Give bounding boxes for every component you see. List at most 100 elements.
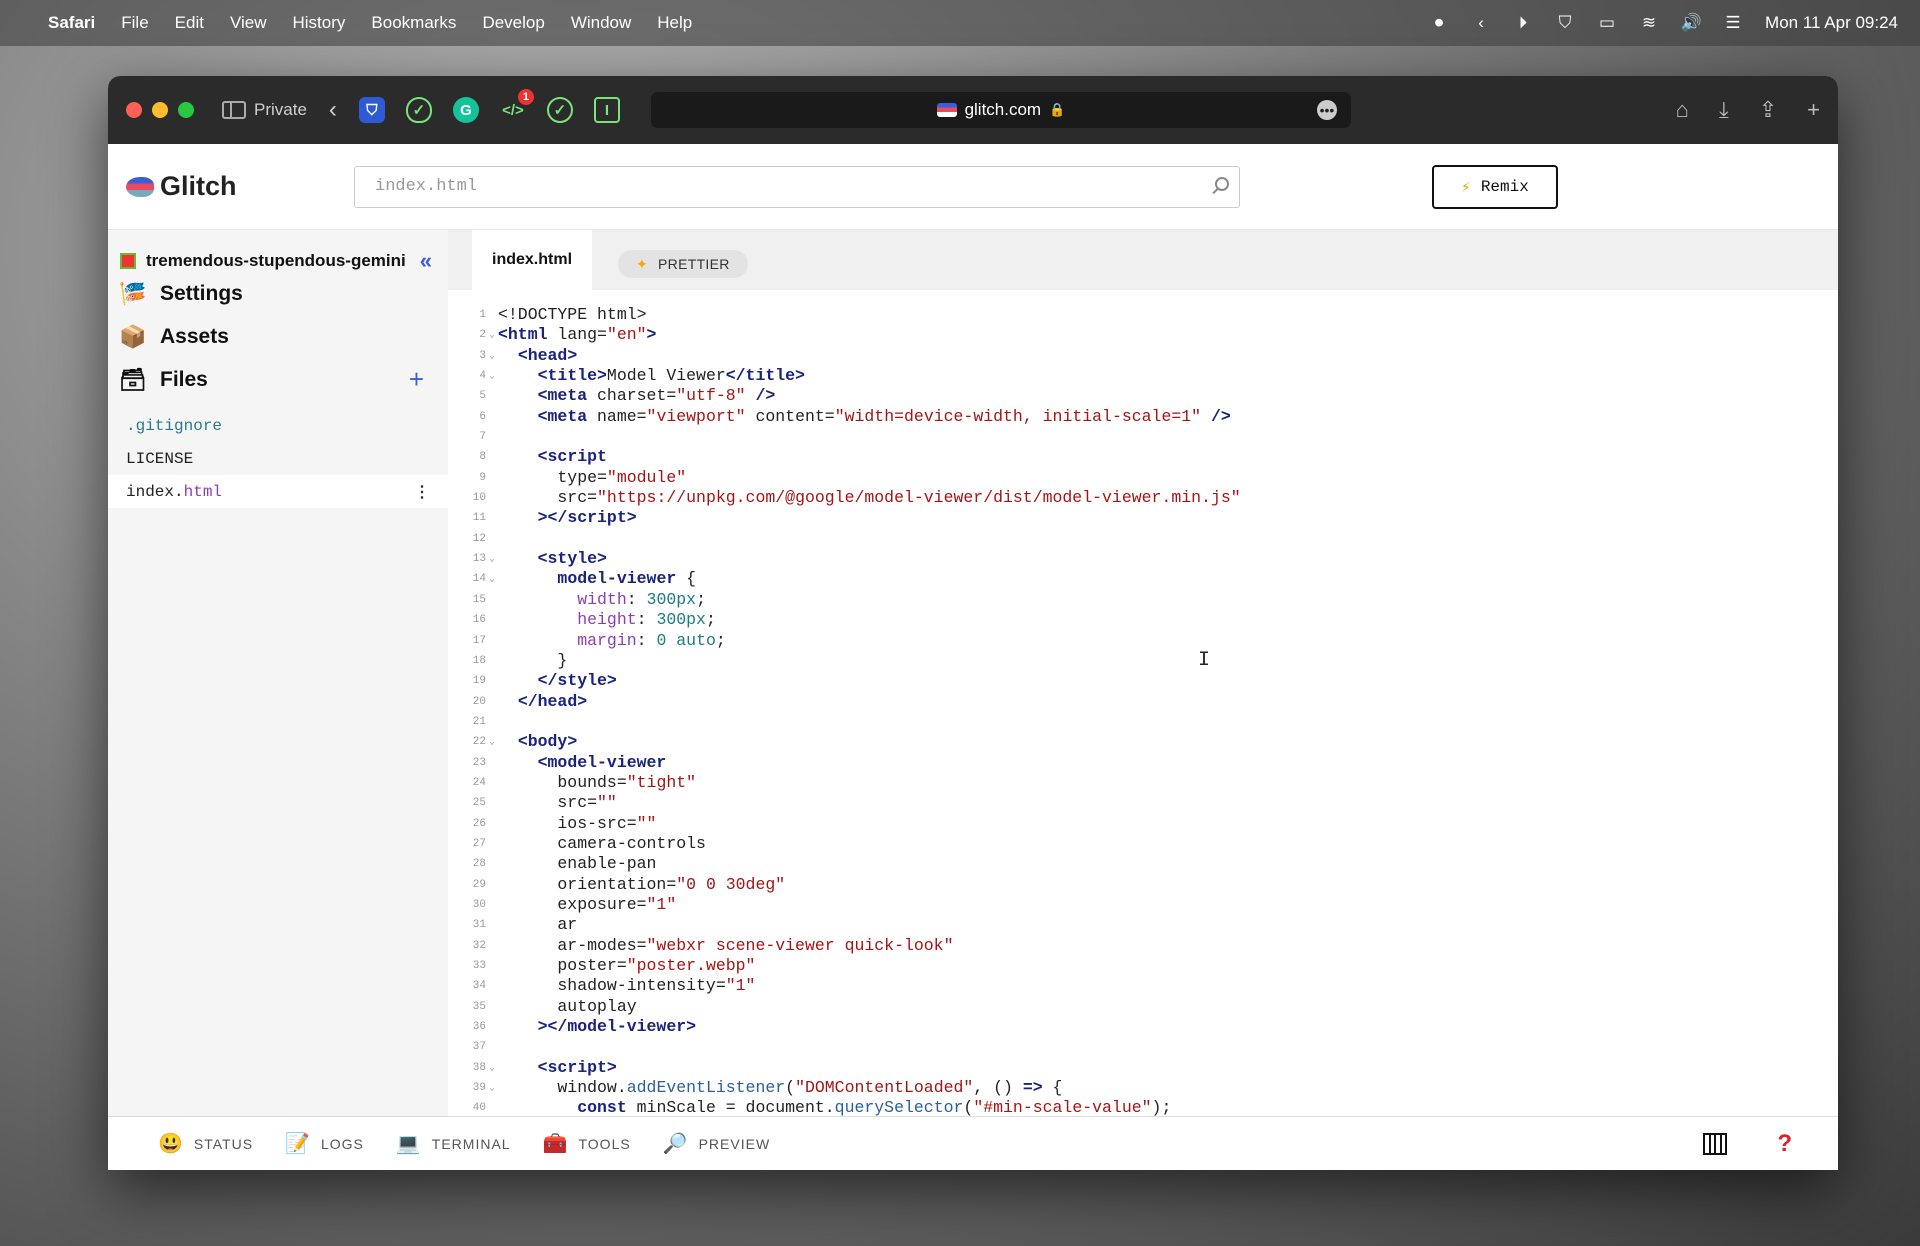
menu-window[interactable]: Window: [571, 13, 631, 33]
code-line[interactable]: 21: [448, 712, 1838, 732]
code-line[interactable]: 22 ⌄ <body>: [448, 732, 1838, 752]
fold-chevron-icon[interactable]: ⌄: [486, 1058, 498, 1078]
file-search-input[interactable]: index.html: [354, 165, 1240, 208]
prettier-button[interactable]: ✦ PRETTIER: [618, 250, 748, 278]
menu-view[interactable]: View: [230, 13, 267, 33]
code-line[interactable]: 18 }: [448, 651, 1838, 671]
minimize-window-button[interactable]: [152, 102, 168, 118]
remix-button[interactable]: ⚡ Remix: [1432, 164, 1558, 209]
code-line[interactable]: 20 </head>: [448, 692, 1838, 712]
code-line[interactable]: 27 camera-controls: [448, 834, 1838, 854]
ublock-extension-icon[interactable]: ✓: [405, 97, 432, 123]
help-button[interactable]: ?: [1777, 1130, 1792, 1158]
code-line[interactable]: 11 ></script>: [448, 508, 1838, 528]
fold-chevron-icon[interactable]: ⌄: [486, 1078, 498, 1098]
keyboard-shortcuts-icon[interactable]: [1703, 1132, 1728, 1155]
file-item-index-html[interactable]: index. html ⋮: [108, 475, 448, 508]
code-line[interactable]: 5 <meta charset="utf-8" />: [448, 386, 1838, 406]
chevron-left-icon[interactable]: ‹: [1471, 13, 1491, 33]
project-header[interactable]: tremendous-stupendous-gemini «: [108, 248, 448, 274]
more-options-icon[interactable]: •••: [1316, 100, 1337, 120]
code-line[interactable]: 36 ></model-viewer>: [448, 1017, 1838, 1037]
fold-chevron-icon[interactable]: ⌄: [486, 569, 498, 589]
bitwarden-extension-icon[interactable]: ⛉: [358, 97, 385, 123]
fold-chevron-icon[interactable]: ⌄: [486, 732, 498, 752]
control-center-icon[interactable]: ☰: [1723, 13, 1743, 33]
code-line[interactable]: 33 poster="poster.webp": [448, 956, 1838, 976]
battery-icon[interactable]: ▭: [1597, 13, 1617, 33]
code-line[interactable]: 25 src="": [448, 793, 1838, 813]
code-line[interactable]: 9 type="module": [448, 468, 1838, 488]
record-stop-icon[interactable]: ⏺: [1429, 13, 1449, 33]
menu-file[interactable]: File: [121, 13, 148, 33]
code-line[interactable]: 13 ⌄ <style>: [448, 549, 1838, 569]
code-line[interactable]: 4 ⌄ <title>Model Viewer</title>: [448, 366, 1838, 386]
fold-chevron-icon[interactable]: ⌄: [486, 549, 498, 569]
footer-tools-button[interactable]: 🧰 TOOLS: [543, 1131, 631, 1156]
menu-help[interactable]: Help: [657, 13, 692, 33]
collapse-sidebar-icon[interactable]: «: [420, 248, 432, 274]
play-circle-icon[interactable]: ⏵: [1513, 13, 1533, 33]
share-icon[interactable]: ⇪: [1759, 97, 1777, 123]
code-line[interactable]: 7: [448, 427, 1838, 447]
code-line[interactable]: 15 width: 300px;: [448, 590, 1838, 610]
close-window-button[interactable]: [126, 102, 142, 118]
search-icon[interactable]: [1215, 176, 1229, 191]
sidebar-item-files[interactable]: 🗃 Files +: [108, 358, 448, 401]
file-item-gitignore[interactable]: .gitignore: [108, 409, 448, 442]
footer-status-button[interactable]: 😃 STATUS: [158, 1131, 253, 1156]
new-tab-icon[interactable]: +: [1807, 97, 1820, 123]
code-line[interactable]: 31 ar: [448, 915, 1838, 935]
sidebar-item-settings[interactable]: 🎏 Settings: [108, 272, 448, 315]
fold-chevron-icon[interactable]: ⌄: [486, 346, 498, 366]
code-line[interactable]: 19 </style>: [448, 671, 1838, 691]
wifi-icon[interactable]: ≋: [1639, 13, 1659, 33]
code-line[interactable]: 34 shadow-intensity="1": [448, 976, 1838, 996]
address-bar[interactable]: glitch.com 🔒 •••: [650, 92, 1351, 128]
code-line[interactable]: 10 src="https://unpkg.com/@google/model-…: [448, 488, 1838, 508]
instapaper-extension-icon[interactable]: I: [593, 97, 620, 123]
download-icon[interactable]: ⤓: [1719, 97, 1729, 123]
home-icon[interactable]: ⌂: [1676, 97, 1689, 123]
menu-edit[interactable]: Edit: [175, 13, 204, 33]
code-line[interactable]: 32 ar-modes="webxr scene-viewer quick-lo…: [448, 936, 1838, 956]
code-line[interactable]: 38 ⌄ <script>: [448, 1058, 1838, 1078]
code-line[interactable]: 6 <meta name="viewport" content="width=d…: [448, 407, 1838, 427]
code-line[interactable]: 39 ⌄ window.addEventListener("DOMContentL…: [448, 1078, 1838, 1098]
code-line[interactable]: 3 ⌄ <head>: [448, 346, 1838, 366]
menu-bookmarks[interactable]: Bookmarks: [371, 13, 456, 33]
fold-chevron-icon[interactable]: ⌄: [486, 366, 498, 386]
sidebar-item-assets[interactable]: 📦 Assets: [108, 315, 448, 358]
shield-icon[interactable]: ⛉: [1555, 13, 1575, 33]
zoom-window-button[interactable]: [178, 102, 194, 118]
code-line[interactable]: 8 <script: [448, 447, 1838, 467]
check-extension-icon[interactable]: ✓: [546, 97, 573, 123]
volume-icon[interactable]: 🔊: [1680, 13, 1701, 33]
menu-develop[interactable]: Develop: [482, 13, 544, 33]
code-line[interactable]: 30 exposure="1": [448, 895, 1838, 915]
code-line[interactable]: 23 <model-viewer: [448, 753, 1838, 773]
code-line[interactable]: 29 orientation="0 0 30deg": [448, 875, 1838, 895]
code-line[interactable]: 12: [448, 529, 1838, 549]
code-line[interactable]: 17 margin: 0 auto;: [448, 631, 1838, 651]
code-line[interactable]: 28 enable-pan: [448, 854, 1838, 874]
footer-logs-button[interactable]: 📝 LOGS: [285, 1131, 364, 1156]
code-line[interactable]: 16 height: 300px;: [448, 610, 1838, 630]
glitch-logo[interactable]: Glitch: [126, 171, 344, 202]
code-extension-icon[interactable]: </> 1: [500, 89, 534, 123]
code-line[interactable]: 14 ⌄ model-viewer {: [448, 569, 1838, 589]
file-item-license[interactable]: LICENSE: [108, 442, 448, 475]
menu-history[interactable]: History: [293, 13, 346, 33]
add-file-icon[interactable]: +: [409, 364, 424, 395]
menubar-clock[interactable]: Mon 11 Apr 09:24: [1765, 13, 1898, 33]
sidebar-toggle-button[interactable]: Private: [222, 100, 307, 120]
code-line[interactable]: 1 <!DOCTYPE html>: [448, 305, 1838, 325]
back-button[interactable]: ‹: [329, 96, 337, 124]
footer-terminal-button[interactable]: 💻 TERMINAL: [396, 1131, 511, 1156]
footer-preview-button[interactable]: 🔎 PREVIEW: [663, 1131, 770, 1156]
code-line[interactable]: 2 ⌄ <html lang="en">: [448, 325, 1838, 345]
file-options-icon[interactable]: ⋮: [414, 482, 430, 502]
code-line[interactable]: 26 ios-src="": [448, 814, 1838, 834]
menu-app-safari[interactable]: Safari: [48, 13, 95, 33]
code-line[interactable]: 35 autoplay: [448, 997, 1838, 1017]
